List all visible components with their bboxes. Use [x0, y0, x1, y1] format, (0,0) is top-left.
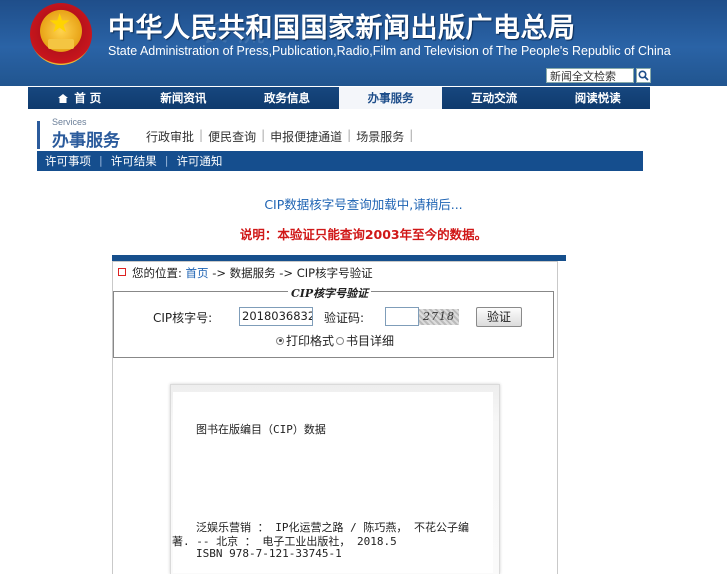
nav-item-gov-info[interactable]: 政务信息: [235, 87, 339, 109]
loading-message: CIP数据核字号查询加载中,请稍后...: [264, 197, 463, 212]
fieldset-legend: CIP核字号验证: [288, 285, 372, 301]
home-icon: [58, 94, 69, 103]
radio-bib-detail[interactable]: [336, 336, 345, 345]
nav-item-services[interactable]: 办事服务: [338, 87, 443, 109]
format-radio-group: 打印格式 书目详细: [276, 332, 394, 349]
radio-print-format[interactable]: [276, 336, 284, 345]
search-icon: [638, 70, 649, 81]
nav-item-home[interactable]: 首 页: [28, 87, 132, 109]
site-title-en: State Administration of Press,Publicatio…: [108, 44, 671, 58]
nav-item-interaction[interactable]: 互动交流: [442, 87, 546, 109]
star-icon: ★: [48, 9, 72, 39]
license-notice-link[interactable]: 许可通知: [168, 151, 230, 171]
cip-label: CIP核字号:: [153, 311, 213, 325]
subnav-item-query[interactable]: 便民查询: [208, 128, 256, 145]
radio-print-label[interactable]: 打印格式: [286, 332, 334, 349]
license-results-link[interactable]: 许可结果: [103, 151, 165, 171]
services-bracket: [37, 121, 40, 149]
header-banner: 长 流 ★ 中华人民共和国国家新闻出版广电总局 State Administra…: [0, 0, 727, 86]
national-emblem-icon: ★: [30, 3, 92, 65]
note-message: 说明：本验证只能查询2003年至今的数据。: [239, 227, 488, 242]
cip-input[interactable]: 2018036832: [239, 307, 313, 326]
bullet-icon: [118, 268, 126, 276]
cip-card-isbn: ISBN 978-7-121-33745-1: [196, 547, 342, 560]
breadcrumb-path: -> 数据服务 -> CIP核字号验证: [212, 266, 373, 280]
captcha-image[interactable]: 2718: [419, 309, 459, 325]
subnav-item-declare[interactable]: 申报便捷通道: [270, 128, 342, 145]
services-title: 办事服务: [52, 131, 120, 151]
subnav-separator: |: [261, 128, 266, 142]
subnav-item-approval[interactable]: 行政审批: [146, 128, 194, 145]
services-subnav: 行政审批 | 便民查询 | 申报便捷通道 | 场景服务 |: [146, 128, 418, 145]
main-nav: 首 页 新闻资讯 政务信息 办事服务 互动交流 阅读悦读: [28, 87, 650, 109]
breadcrumb-home-link[interactable]: 首页: [186, 266, 209, 280]
cip-card-heading: 图书在版编目（CIP）数据: [196, 423, 326, 436]
radio-detail-label[interactable]: 书目详细: [346, 332, 394, 349]
subnav-item-scene[interactable]: 场景服务: [356, 128, 404, 145]
license-items-link[interactable]: 许可事项: [37, 151, 99, 171]
breadcrumb-prefix: 您的位置:: [132, 266, 182, 280]
site-title-cn: 中华人民共和国国家新闻出版广电总局: [108, 13, 576, 44]
nav-item-news[interactable]: 新闻资讯: [132, 87, 236, 109]
subnav-separator: |: [347, 128, 352, 142]
license-bar: 许可事项 | 许可结果 | 许可通知: [37, 151, 643, 171]
subnav-separator: |: [199, 128, 204, 142]
captcha-label: 验证码:: [324, 311, 365, 325]
search-button[interactable]: [636, 68, 651, 83]
breadcrumb: 您的位置: 首页 -> 数据服务 -> CIP核字号验证: [118, 265, 373, 281]
gate-icon: [48, 39, 74, 49]
search-input[interactable]: 新闻全文检索: [546, 68, 634, 83]
verify-button[interactable]: 验证: [476, 307, 522, 327]
subnav-separator: |: [409, 128, 414, 142]
nav-item-reading[interactable]: 阅读悦读: [546, 87, 650, 109]
captcha-input[interactable]: [385, 307, 419, 326]
nav-item-label: 首 页: [74, 91, 102, 105]
